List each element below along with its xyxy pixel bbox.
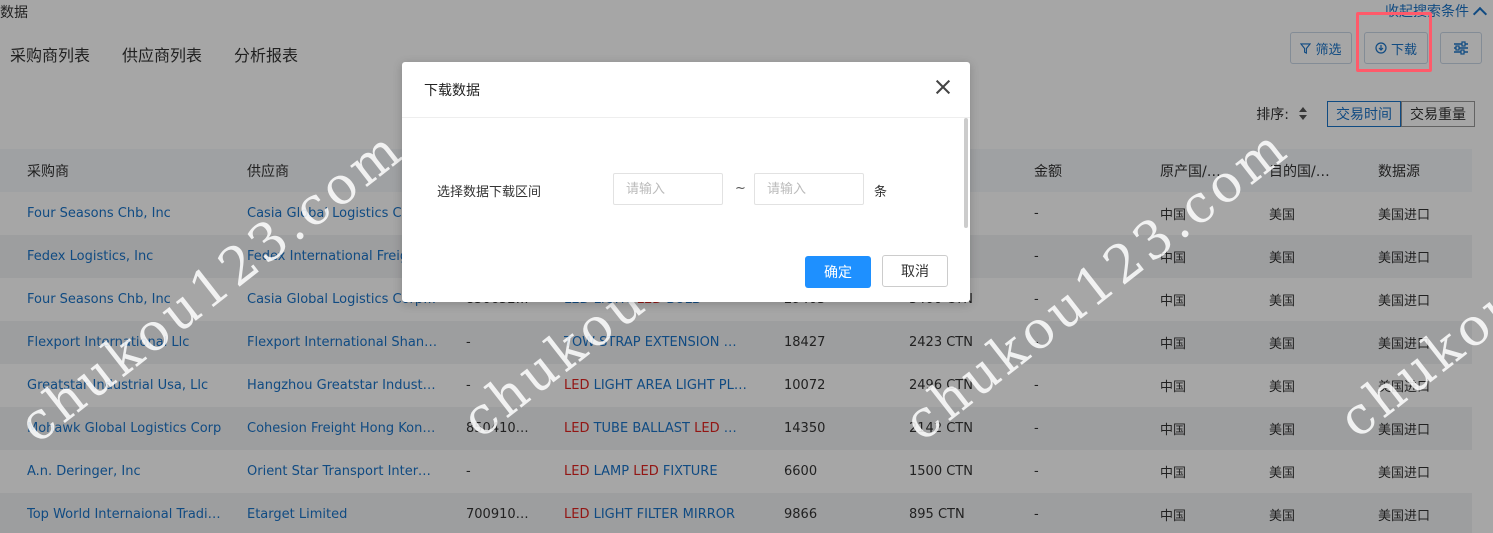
range-separator: ~ bbox=[735, 181, 746, 196]
range-unit: 条 bbox=[874, 185, 888, 200]
range-to-input[interactable] bbox=[754, 173, 864, 205]
annotation-highlight-box bbox=[1356, 12, 1432, 72]
page: 数据 收起搜索条件 采购商列表 供应商列表 分析报表 筛选 下载 排序: 交易时… bbox=[0, 0, 1493, 533]
close-icon[interactable] bbox=[934, 78, 952, 96]
range-label: 选择数据下载区间 bbox=[437, 185, 542, 200]
range-from-input[interactable] bbox=[613, 173, 723, 205]
download-dialog: 下载数据 选择数据下载区间 ~ 条 确定 取消 bbox=[402, 62, 970, 302]
cancel-button[interactable]: 取消 bbox=[882, 255, 948, 287]
confirm-button[interactable]: 确定 bbox=[805, 256, 871, 288]
dialog-scrollbar[interactable] bbox=[964, 118, 968, 228]
dialog-header: 下载数据 bbox=[402, 62, 970, 118]
dialog-title: 下载数据 bbox=[424, 83, 480, 99]
